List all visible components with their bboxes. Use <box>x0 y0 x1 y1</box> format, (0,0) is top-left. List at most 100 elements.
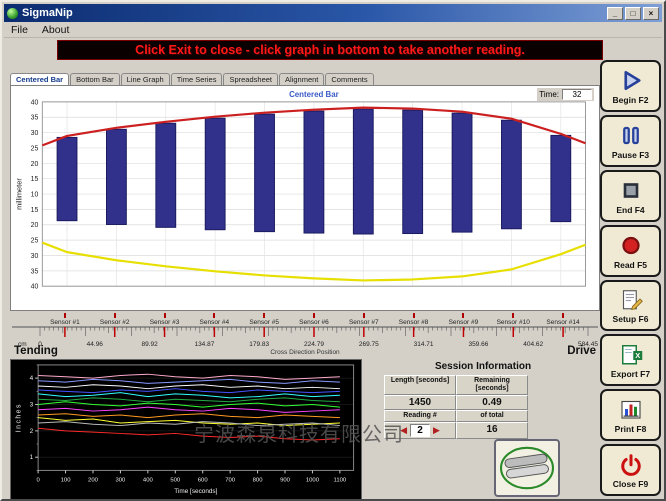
tab-line-graph[interactable]: Line Graph <box>121 73 170 85</box>
tab-spreadsheet[interactable]: Spreadsheet <box>223 73 278 85</box>
sensor-tick-mark <box>64 313 66 318</box>
titlebar: SigmaNip _ □ × <box>4 4 662 22</box>
sensor-tick-mark <box>213 313 215 318</box>
svg-text:15: 15 <box>31 176 39 183</box>
time-series-panel[interactable]: 4321010020030040050060070080090010001100… <box>10 359 362 500</box>
sidebar-button-label: Print F8 <box>615 424 647 434</box>
maximize-button[interactable]: □ <box>625 7 641 20</box>
nip-rolls-logo <box>494 439 560 497</box>
setup-icon <box>616 286 646 314</box>
time-series-chart[interactable]: 4321010020030040050060070080090010001100… <box>11 360 361 499</box>
svg-text:20: 20 <box>31 222 39 229</box>
length-value: 1450 <box>384 395 456 410</box>
svg-text:15: 15 <box>31 207 39 214</box>
tab-comments[interactable]: Comments <box>325 73 373 85</box>
menu-bar: FileAbout <box>4 23 662 38</box>
sensor-tick-mark <box>562 313 564 318</box>
minimize-button[interactable]: _ <box>607 7 623 20</box>
centered-bar-chart: 40353025201510152025303540millimeterCent… <box>11 86 599 310</box>
pause-button[interactable]: Pause F3 <box>600 115 661 167</box>
sensor-label: Sensor #5 <box>239 313 289 326</box>
svg-text:X: X <box>635 351 640 360</box>
sensor-tick-mark <box>363 313 365 318</box>
chart-print-icon <box>616 396 646 424</box>
app-icon <box>7 8 18 19</box>
sidebar-button-label: Read F5 <box>614 260 647 270</box>
close-button[interactable]: Close F9 <box>600 444 661 496</box>
remaining-value: 0.49 <box>456 395 528 410</box>
nip-rolls-logo-image <box>498 443 556 493</box>
svg-text:30: 30 <box>31 130 39 137</box>
print-button[interactable]: Print F8 <box>600 389 661 441</box>
length-header: Length [seconds] <box>384 375 456 395</box>
sensor-label-row: Sensor #1Sensor #2Sensor #3Sensor #4Sens… <box>40 313 588 326</box>
message-banner: Click Exit to close - click graph in bot… <box>57 40 603 60</box>
sensor-label: Sensor #14 <box>538 313 588 326</box>
menu-about[interactable]: About <box>35 24 76 36</box>
svg-text:900: 900 <box>280 477 291 483</box>
sensor-tick-mark <box>263 313 265 318</box>
reading-next-button[interactable]: ▶ <box>433 426 440 435</box>
svg-text:2: 2 <box>30 428 34 435</box>
sensor-tick-mark <box>164 313 166 318</box>
svg-text:700: 700 <box>225 477 236 483</box>
sensor-label: Sensor #2 <box>90 313 140 326</box>
setup-button[interactable]: Setup F6 <box>600 280 661 332</box>
reading-number-value: 2 <box>410 424 430 437</box>
svg-text:25: 25 <box>31 238 39 245</box>
stop-icon <box>616 177 646 205</box>
time-value: 32 <box>562 89 592 100</box>
window-controls: _ □ × <box>607 7 659 20</box>
svg-text:40: 40 <box>31 284 39 291</box>
svg-text:300: 300 <box>115 477 126 483</box>
svg-text:1100: 1100 <box>334 477 347 483</box>
sidebar-button-label: Begin F2 <box>613 95 649 105</box>
power-icon <box>616 451 646 479</box>
sensor-label: Sensor #6 <box>289 313 339 326</box>
excel-icon: X <box>616 341 646 369</box>
tab-centered-bar[interactable]: Centered Bar <box>10 73 69 85</box>
svg-text:20: 20 <box>31 161 39 168</box>
sensor-tick-mark <box>114 313 116 318</box>
pause-icon <box>616 122 646 150</box>
close-button[interactable]: × <box>643 7 659 20</box>
of-total-header: of total <box>456 410 528 422</box>
session-information-panel: Session Information Length [seconds] Rem… <box>366 359 600 499</box>
tab-alignment[interactable]: Alignment <box>279 73 324 85</box>
sidebar-button-label: Pause F3 <box>612 150 649 160</box>
sensor-label: Sensor #3 <box>140 313 190 326</box>
sidebar-button-label: Setup F6 <box>613 314 649 324</box>
export-button[interactable]: X Export F7 <box>600 334 661 386</box>
session-title: Session Information <box>366 361 600 372</box>
sensor-tick-mark <box>462 313 464 318</box>
remaining-header: Remaining [seconds] <box>456 375 528 395</box>
svg-text:35: 35 <box>31 115 39 122</box>
sensor-tick-mark <box>313 313 315 318</box>
play-icon <box>616 67 646 95</box>
tab-time-series[interactable]: Time Series <box>171 73 223 85</box>
svg-text:400: 400 <box>143 477 154 483</box>
sidebar-button-label: End F4 <box>616 205 644 215</box>
svg-text:200: 200 <box>88 477 99 483</box>
begin-button[interactable]: Begin F2 <box>600 60 661 112</box>
session-grid: Length [seconds] Remaining [seconds] 145… <box>384 375 600 439</box>
menu-file[interactable]: File <box>4 24 35 36</box>
reading-prev-button[interactable]: ◀ <box>400 426 407 435</box>
sensor-label: Sensor #9 <box>439 313 489 326</box>
tab-strip: Centered BarBottom BarLine GraphTime Ser… <box>10 72 375 85</box>
svg-text:Inches: Inches <box>15 403 22 432</box>
sensor-tick-mark <box>413 313 415 318</box>
sidebar-button-label: Export F7 <box>611 369 650 379</box>
end-button[interactable]: End F4 <box>600 170 661 222</box>
read-button[interactable]: Read F5 <box>600 225 661 277</box>
svg-text:Time [seconds]: Time [seconds] <box>174 488 217 495</box>
sidebar-button-label: Close F9 <box>613 479 648 489</box>
svg-text:500: 500 <box>170 477 181 483</box>
time-box: Time: 32 <box>537 88 594 101</box>
reading-number-header: Reading # <box>384 410 456 422</box>
sensor-label: Sensor #7 <box>339 313 389 326</box>
cross-direction-position-label: Cross Direction Position <box>10 349 600 356</box>
tab-bottom-bar[interactable]: Bottom Bar <box>70 73 120 85</box>
svg-text:40: 40 <box>31 99 39 106</box>
time-label: Time: <box>539 90 559 99</box>
